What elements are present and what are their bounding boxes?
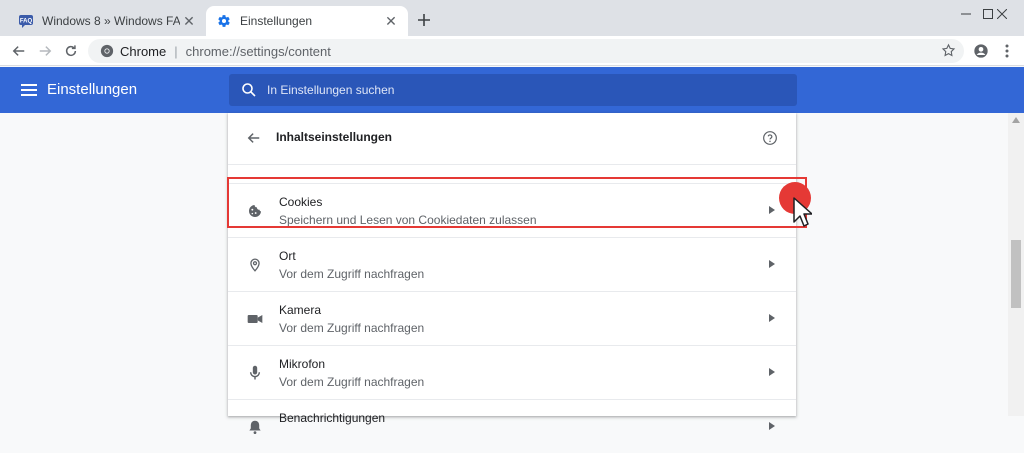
chrome-logo-icon (100, 44, 114, 58)
tab-title: Einstellungen (240, 14, 313, 28)
arrow-right-icon (39, 46, 52, 56)
page-scrollbar[interactable] (1008, 113, 1024, 416)
kebab-menu-icon (1005, 44, 1009, 58)
microphone-icon (246, 364, 264, 382)
tab-strip: FAQ Windows 8 » Windows FAQ ✕ Einstellun… (0, 0, 1024, 36)
content-settings-card: Inhaltseinstellungen Cookies Speichern u… (228, 113, 796, 434)
back-arrow-icon[interactable] (244, 128, 264, 148)
search-input[interactable] (267, 83, 767, 97)
back-button[interactable] (8, 40, 30, 62)
window-close-button[interactable] (980, 0, 1024, 28)
page-title: Einstellungen (47, 81, 138, 98)
bell-icon (246, 418, 264, 436)
help-icon[interactable] (760, 128, 780, 148)
chevron-right-icon (766, 366, 778, 378)
reload-icon (65, 45, 77, 57)
forward-button[interactable] (34, 40, 56, 62)
plus-icon (418, 14, 430, 26)
tab-title: Windows 8 » Windows FAQ (42, 14, 180, 28)
menu-button[interactable] (996, 40, 1018, 62)
section-title: Inhaltseinstellungen (276, 130, 393, 144)
scroll-up-icon (1012, 117, 1020, 123)
omnibox-separator: | (174, 43, 178, 59)
faq-logo-icon: FAQ (18, 13, 34, 29)
chevron-right-icon (766, 258, 778, 270)
close-icon[interactable]: ✕ (382, 12, 400, 30)
settings-search[interactable] (229, 74, 797, 106)
avatar-icon (974, 44, 988, 58)
setting-row-microphone[interactable]: Mikrofon Vor dem Zugriff nachfragen (228, 345, 796, 399)
setting-label: Kamera (279, 303, 322, 317)
faq-logo-text: FAQ (20, 19, 33, 25)
setting-description: Vor dem Zugriff nachfragen (279, 267, 425, 281)
card-header: Inhaltseinstellungen (228, 113, 796, 165)
tab-einstellungen[interactable]: Einstellungen ✕ (206, 6, 408, 36)
gear-icon (216, 13, 232, 29)
url-text[interactable]: chrome://settings/content (186, 44, 331, 59)
site-info[interactable]: Chrome (100, 44, 166, 59)
arrow-left-icon (12, 46, 25, 56)
setting-row-notifications[interactable]: Benachrichtigungen (228, 399, 796, 453)
site-label: Chrome (120, 43, 167, 59)
chevron-right-icon (766, 420, 778, 432)
setting-description: Vor dem Zugriff nachfragen (279, 375, 425, 389)
tab-windows-faq[interactable]: FAQ Windows 8 » Windows FAQ ✕ (8, 6, 206, 36)
setting-description: Vor dem Zugriff nachfragen (279, 321, 425, 335)
new-tab-button[interactable] (414, 10, 434, 30)
close-icon[interactable]: ✕ (180, 12, 198, 30)
address-bar[interactable]: Chrome | chrome://settings/content (88, 39, 964, 63)
cookies-highlight-frame (227, 177, 807, 228)
browser-toolbar: Chrome | chrome://settings/content (0, 36, 1024, 66)
camera-icon (246, 310, 264, 328)
setting-row-camera[interactable]: Kamera Vor dem Zugriff nachfragen (228, 291, 796, 345)
close-icon (997, 9, 1007, 19)
settings-header: Einstellungen (0, 67, 1024, 113)
hamburger-menu-icon[interactable] (20, 81, 38, 99)
setting-label: Ort (279, 249, 296, 263)
scrollbar-thumb[interactable] (1011, 240, 1021, 308)
setting-label: Benachrichtigungen (279, 411, 386, 425)
location-pin-icon (246, 256, 264, 274)
mouse-pointer-icon (793, 197, 812, 227)
profile-button[interactable] (970, 40, 992, 62)
chevron-right-icon (766, 312, 778, 324)
search-icon (241, 82, 257, 98)
setting-row-location[interactable]: Ort Vor dem Zugriff nachfragen (228, 237, 796, 291)
reload-button[interactable] (60, 40, 82, 62)
setting-label: Mikrofon (279, 357, 326, 371)
bookmark-star-icon[interactable] (941, 43, 956, 61)
